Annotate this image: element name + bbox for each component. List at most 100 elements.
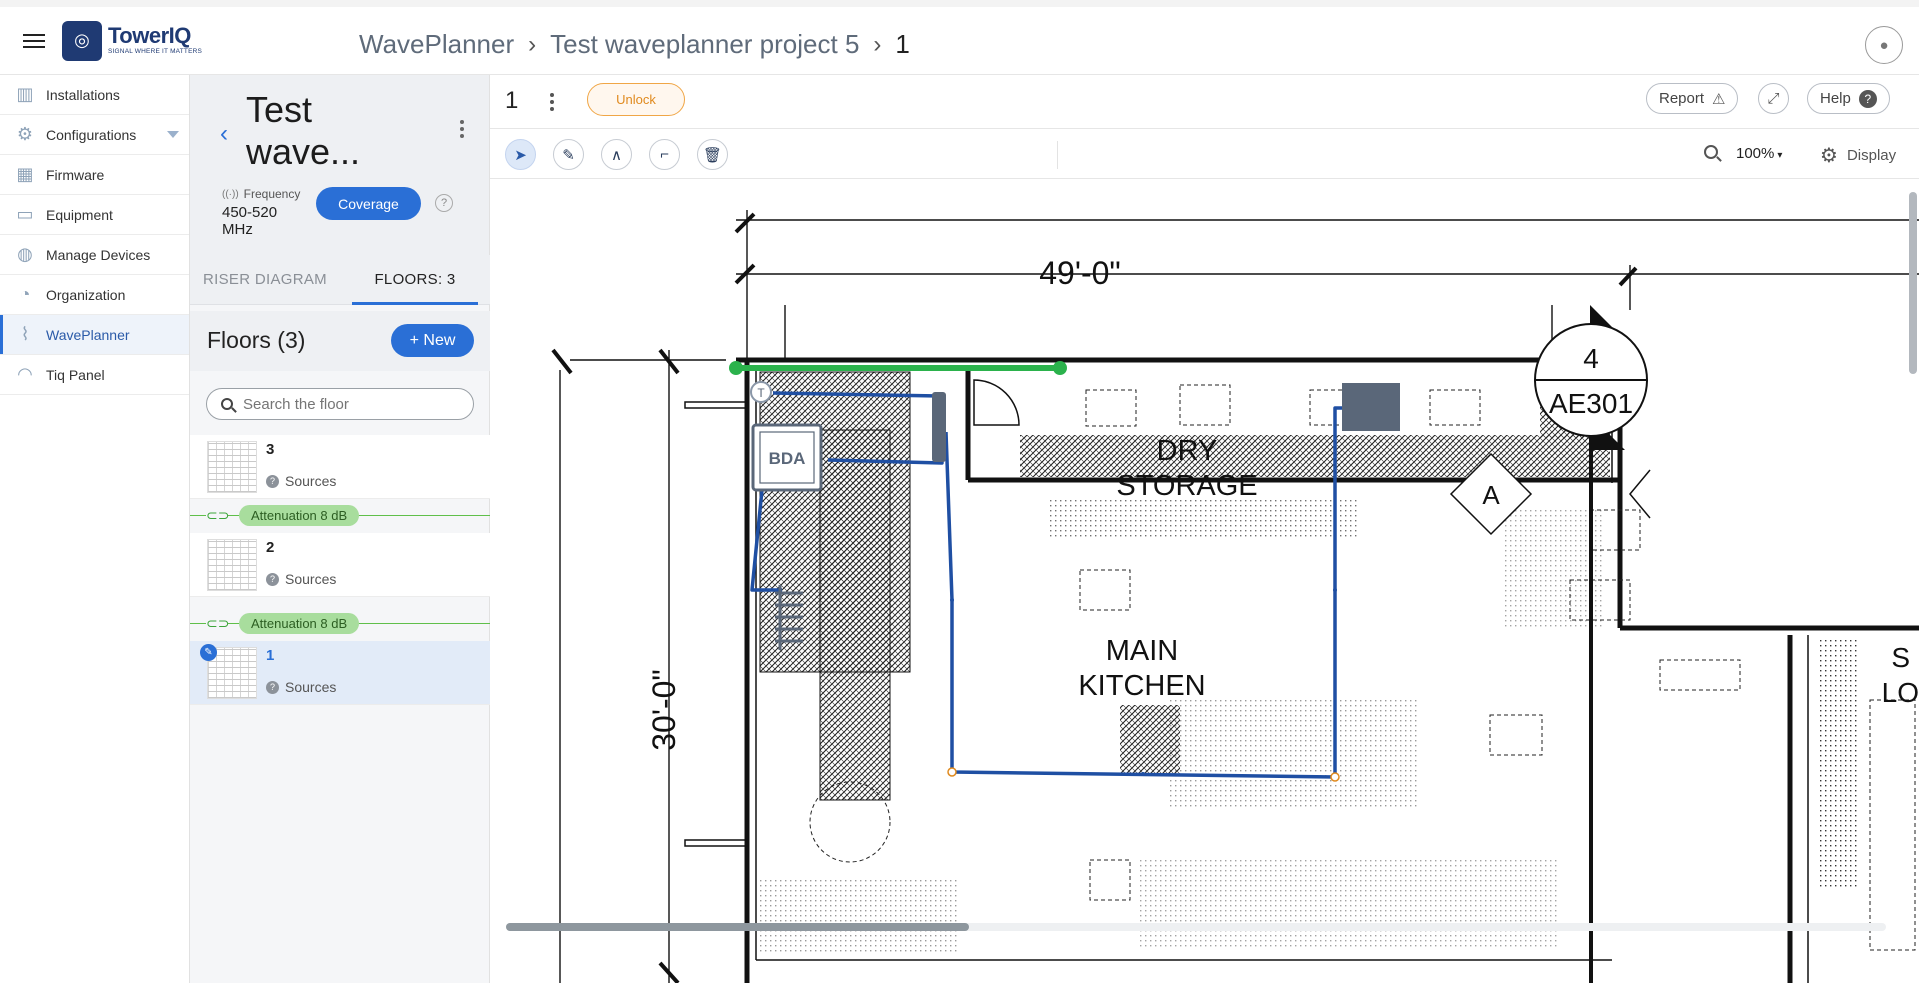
antenna-icon: ((·)) (222, 188, 239, 200)
chevron-left-icon[interactable]: ‹ (220, 120, 228, 148)
source-marker[interactable]: T (750, 381, 772, 403)
project-menu-icon[interactable] (460, 120, 464, 138)
nav-label: Tiq Panel (46, 366, 105, 383)
app-logo[interactable]: ◎ TowerIQ SIGNAL WHERE IT MATTERS (62, 20, 202, 61)
attenuation-badge[interactable]: Attenuation 8 dB (239, 505, 360, 526)
toolbar-divider (1057, 141, 1058, 169)
height-dimension: 30'-0" (646, 669, 682, 751)
unlock-button[interactable]: Unlock (587, 83, 685, 116)
tab-riser-diagram[interactable]: RISER DIAGRAM (190, 255, 340, 304)
floor-sources: ? Sources (266, 473, 336, 489)
menu-icon[interactable] (23, 33, 45, 48)
vertical-scrollbar[interactable] (1909, 192, 1917, 374)
select-icon[interactable]: ➤ (505, 139, 536, 170)
new-floor-button[interactable]: + New (391, 324, 474, 357)
edit-icon[interactable]: ✎ (200, 644, 217, 661)
top-bar: ◎ TowerIQ SIGNAL WHERE IT MATTERS WavePl… (0, 0, 1919, 75)
user-avatar-icon[interactable]: ● (1865, 26, 1903, 64)
chevron-right-icon: › (873, 30, 882, 58)
help-label: Help (1820, 90, 1851, 107)
floor-plan-canvas[interactable]: 49'-0" 30'-0" DRY STORAGE MAIN KITCHEN 4… (490, 180, 1919, 983)
sources-label: Sources (285, 571, 337, 587)
breadcrumb-project[interactable]: Test waveplanner project 5 (550, 29, 859, 60)
link-icon[interactable]: ⊂⊃ (206, 616, 229, 630)
project-header: ‹ Test wave... ((·)) Frequency 450-520 MH… (190, 75, 489, 270)
floor-menu-icon[interactable] (550, 93, 554, 111)
floor-row-3[interactable]: 3 ? Sources (190, 435, 490, 499)
tag-bottom: AE301 (1549, 388, 1633, 419)
room-label: MAIN (1106, 635, 1179, 667)
width-dimension: 49'-0" (1039, 255, 1121, 291)
fullscreen-icon[interactable]: ⤢ (1758, 83, 1789, 114)
trash-icon[interactable]: 🗑 (697, 139, 728, 170)
nav-item-firmware[interactable]: ▦ Firmware (0, 155, 189, 195)
floor-search[interactable] (206, 388, 474, 420)
waveplanner-icon: ⌇ (20, 324, 30, 344)
floor-thumbnail (207, 539, 257, 591)
nav-item-organization[interactable]: ◔ Organization (0, 275, 189, 315)
project-panel: ‹ Test wave... ((·)) Frequency 450-520 MH… (190, 75, 490, 983)
floor-name: 1 (266, 647, 275, 664)
display-button[interactable]: ⚙ Display (1820, 143, 1896, 168)
warning-icon: ⚠ (1712, 90, 1726, 108)
floors-title: Floors (3) (207, 327, 306, 353)
chip-icon: ▦ (16, 164, 34, 184)
project-title: Test wave... (246, 89, 361, 172)
report-button[interactable]: Report ⚠ (1646, 83, 1739, 114)
splitter-device[interactable] (932, 392, 946, 462)
pen-icon[interactable]: ✎ (553, 139, 584, 170)
project-tabs: RISER DIAGRAM FLOORS: 3 (190, 255, 490, 305)
breadcrumb-floor: 1 (895, 29, 910, 59)
sources-label: Sources (285, 679, 337, 695)
floor-thumbnail (207, 441, 257, 493)
help-button[interactable]: Help ? (1807, 83, 1890, 114)
tab-floors[interactable]: FLOORS: 3 (340, 255, 490, 305)
gear-icon: ⚙ (1820, 145, 1838, 167)
coverage-button[interactable]: Coverage (316, 187, 421, 220)
zoom-icon[interactable] (1704, 145, 1718, 159)
floor-row-2[interactable]: 2 ? Sources (190, 533, 490, 597)
nav-label: Organization (46, 286, 126, 303)
angle-icon[interactable]: ∧ (601, 139, 632, 170)
zoom-select[interactable]: 100% ▾ (1736, 145, 1782, 162)
cog-network-icon: ⚙ (16, 124, 34, 144)
link-icon[interactable]: ⊂⊃ (206, 508, 229, 522)
eraser-icon[interactable]: ⌐ (649, 139, 680, 170)
nav-item-installations[interactable]: ▥ Installations (0, 75, 189, 115)
floor-plan-drawing: 49'-0" 30'-0" DRY STORAGE MAIN KITCHEN 4… (551, 210, 1919, 983)
room-label: KITCHEN (1078, 670, 1205, 702)
tower-logo-icon: ◎ (62, 20, 102, 61)
room-label: STORAGE (1116, 470, 1257, 502)
nav-label: Manage Devices (46, 246, 151, 263)
floors-header: Floors (3) + New (190, 311, 490, 371)
devices-icon: ◍ (17, 244, 33, 264)
nav-item-tiq-panel[interactable]: ◠ Tiq Panel (0, 355, 189, 395)
nav-item-equipment[interactable]: ▭ Equipment (0, 195, 189, 235)
nav-item-waveplanner[interactable]: ⌇ WavePlanner (0, 315, 189, 355)
help-icon[interactable]: ? (435, 194, 453, 212)
signal-icon: ◠ (17, 364, 33, 384)
report-label: Report (1659, 90, 1705, 107)
breadcrumb: WavePlanner › Test waveplanner project 5… (359, 29, 910, 60)
tag-top: 4 (1583, 343, 1599, 374)
search-icon (221, 398, 233, 410)
floor-sources: ? Sources (266, 679, 336, 695)
horizontal-scrollbar[interactable] (506, 923, 969, 931)
chevron-down-icon[interactable] (167, 131, 179, 138)
frequency-label: Frequency (243, 187, 301, 201)
handshake-icon: ◔ (19, 284, 31, 304)
breadcrumb-waveplanner[interactable]: WavePlanner (359, 29, 514, 60)
display-label: Display (1846, 147, 1897, 164)
nav-item-manage-devices[interactable]: ◍ Manage Devices (0, 235, 189, 275)
antenna-device[interactable] (1342, 383, 1400, 431)
attenuation-divider: ⊂⊃ Attenuation 8 dB (190, 608, 490, 640)
nav-item-configurations[interactable]: ⚙ Configurations (0, 115, 189, 155)
question-icon: ? (1858, 89, 1877, 108)
caret-down-icon: ▾ (1777, 150, 1783, 161)
attenuation-badge[interactable]: Attenuation 8 dB (239, 613, 360, 634)
search-input[interactable] (243, 395, 463, 413)
floor-row-1[interactable]: ✎ 1 ? Sources (190, 641, 490, 705)
room-label: DRY (1157, 435, 1218, 467)
bda-device[interactable]: BDA (751, 423, 823, 492)
frequency-value: 450-520 MHz (222, 204, 278, 238)
